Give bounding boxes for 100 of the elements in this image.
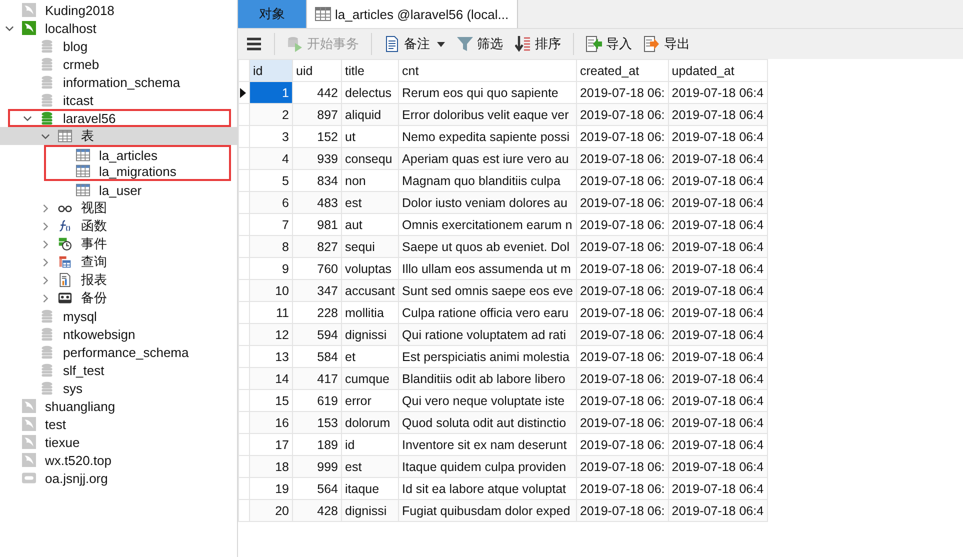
- database-icon: [40, 345, 54, 359]
- table-cell: 939: [292, 148, 342, 170]
- table-cell: 2019-07-18 06:4: [668, 280, 768, 302]
- chevron-down-icon[interactable]: [40, 132, 50, 140]
- tree-label: shuangliang: [44, 398, 116, 414]
- tree-item[interactable]: slf_test: [0, 361, 237, 379]
- tree-label: information_schema: [62, 74, 180, 90]
- tree-label: test: [44, 416, 66, 432]
- tab[interactable]: 对象: [238, 0, 307, 28]
- chevron-right-icon[interactable]: [40, 258, 50, 266]
- tree-item[interactable]: wx.t520.top: [0, 451, 237, 469]
- tree-item[interactable]: oa.jsnjj.org: [0, 469, 237, 487]
- table-cell: Aperiam quas est iure vero au: [398, 148, 576, 170]
- column-header[interactable]: cnt: [398, 60, 576, 82]
- tree-item[interactable]: mysql: [0, 307, 237, 325]
- tree-item[interactable]: 事件: [0, 235, 237, 253]
- column-header[interactable]: uid: [292, 60, 342, 82]
- tree-item[interactable]: blog: [0, 37, 237, 55]
- table-cell: 1: [250, 82, 292, 104]
- tree-item[interactable]: performance_schema: [0, 343, 237, 361]
- toolbar-button[interactable]: 排序: [511, 33, 565, 55]
- connection-icon: [22, 435, 36, 449]
- chevron-right-icon[interactable]: [40, 222, 50, 230]
- tree-label: tiexue: [44, 434, 80, 450]
- connection-icon: [22, 399, 36, 413]
- tree-item[interactable]: crmeb: [0, 55, 237, 73]
- table-cell: 2019-07-18 06:4: [668, 236, 768, 258]
- tree-item[interactable]: shuangliang: [0, 397, 237, 415]
- tree-item[interactable]: itcast: [0, 91, 237, 109]
- table-cell: Itaque quidem culpa providen: [398, 456, 576, 478]
- tree-label: la_user: [98, 182, 142, 198]
- table-icon: [76, 164, 90, 178]
- table-cell: 2019-07-18 06:: [576, 192, 668, 214]
- table-cell: 2019-07-18 06:4: [668, 412, 768, 434]
- database-icon: [40, 327, 54, 341]
- table-cell: Sunt sed omnis saepe eos eve: [398, 280, 576, 302]
- tree-label: 视图: [80, 199, 107, 217]
- tree-item[interactable]: 查询: [0, 253, 237, 271]
- tree-label: localhost: [44, 20, 96, 36]
- tree-item[interactable]: localhost: [0, 19, 237, 37]
- table-cell: 153: [292, 412, 342, 434]
- table-icon: [76, 183, 90, 197]
- table-cell: 12: [250, 324, 292, 346]
- toolbar-button[interactable]: 导入: [582, 33, 636, 55]
- table-cell: 2019-07-18 06:4: [668, 192, 768, 214]
- table-cell: 16: [250, 412, 292, 434]
- tree-item[interactable]: 表: [0, 127, 237, 145]
- function-icon: [58, 219, 72, 233]
- chevron-right-icon[interactable]: [40, 294, 50, 302]
- tree-label: 表: [80, 127, 94, 145]
- table-cell: 483: [292, 192, 342, 214]
- column-header[interactable]: updated_at: [668, 60, 768, 82]
- table-cell: Saepe ut quos ab eveniet. Dol: [398, 236, 576, 258]
- table-cell: 4: [250, 148, 292, 170]
- chevron-down-icon[interactable]: [22, 114, 32, 122]
- tree-item[interactable]: la_user: [0, 181, 237, 199]
- funnel-icon: [457, 36, 473, 52]
- tree-item[interactable]: Kuding2018: [0, 1, 237, 19]
- table-cell: Fugiat quibusdam dolor exped: [398, 500, 576, 522]
- table-cell: 2019-07-18 06:4: [668, 324, 768, 346]
- table-cell: 6: [250, 192, 292, 214]
- column-header[interactable]: id: [250, 60, 292, 82]
- row-indicator[interactable]: [238, 82, 250, 104]
- tree-item[interactable]: 视图: [0, 199, 237, 217]
- table-cell: 897: [292, 104, 342, 126]
- tab[interactable]: la_articles @laravel56 (local...: [307, 0, 518, 28]
- tree-item[interactable]: sys: [0, 379, 237, 397]
- tree-item[interactable]: information_schema: [0, 73, 237, 91]
- table-cell: Quod soluta odit aut distinctio: [398, 412, 576, 434]
- tree-item[interactable]: 备份: [0, 289, 237, 307]
- column-header[interactable]: created_at: [576, 60, 668, 82]
- column-header[interactable]: title: [342, 60, 399, 82]
- table-cell: 2019-07-18 06:4: [668, 500, 768, 522]
- chevron-right-icon[interactable]: [40, 240, 50, 248]
- tree-label: 事件: [80, 235, 107, 253]
- chevron-down-icon[interactable]: [4, 24, 14, 32]
- tree-label: la_articles: [98, 148, 158, 162]
- toolbar-button[interactable]: 备注: [380, 33, 449, 55]
- table-cell: est: [342, 192, 399, 214]
- tree-label: wx.t520.top: [44, 452, 112, 468]
- chevron-right-icon[interactable]: [40, 204, 50, 212]
- tree-label: performance_schema: [62, 344, 189, 360]
- toolbar-button[interactable]: 导出: [640, 33, 694, 55]
- import-icon: [586, 36, 602, 52]
- tree-item[interactable]: 函数: [0, 217, 237, 235]
- tree-item[interactable]: tiexue: [0, 433, 237, 451]
- tree-label: oa.jsnjj.org: [44, 470, 108, 486]
- toolbar-button[interactable]: 筛选: [453, 33, 507, 55]
- table-cell: Qui ratione voluptatem ad rati: [398, 324, 576, 346]
- tree-item[interactable]: 报表: [0, 271, 237, 289]
- connection-icon: [22, 3, 36, 17]
- database-icon: [40, 39, 54, 53]
- table-cell: 10: [250, 280, 292, 302]
- report-icon: [58, 273, 72, 287]
- chevron-right-icon[interactable]: [40, 276, 50, 284]
- tree-item[interactable]: test: [0, 415, 237, 433]
- table-cell: Blanditiis odit ab labore libero: [398, 368, 576, 390]
- table-cell: 2019-07-18 06:4: [668, 456, 768, 478]
- database-icon: [40, 57, 54, 71]
- tree-item[interactable]: ntkowebsign: [0, 325, 237, 343]
